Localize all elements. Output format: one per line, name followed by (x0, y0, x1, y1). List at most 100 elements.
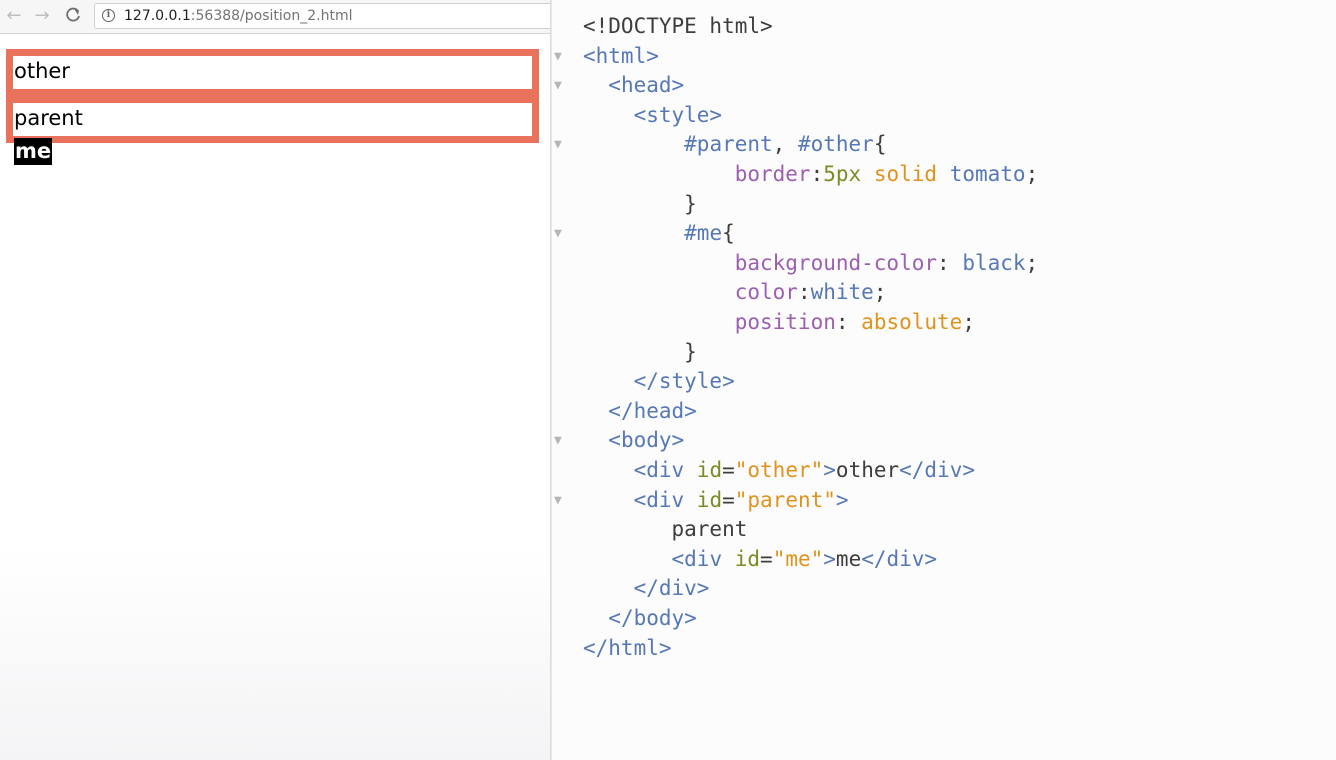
forward-arrow-icon[interactable]: → (32, 6, 52, 26)
code-text: color:white; (583, 278, 887, 308)
reload-icon[interactable] (63, 6, 83, 26)
code-token: } (583, 191, 697, 216)
code-line[interactable]: ▼ #parent, #other{ (552, 130, 1336, 160)
code-text: #me{ (583, 219, 735, 249)
code-text: } (583, 190, 697, 220)
code-token: </div> (861, 546, 938, 571)
code-line[interactable]: } (552, 190, 1336, 220)
code-token: id (696, 487, 723, 512)
code-line[interactable]: position: absolute; (552, 308, 1336, 338)
fold-arrow-icon[interactable]: ▼ (554, 130, 562, 160)
code-line[interactable]: </style> (552, 367, 1336, 397)
code-token: "me" (772, 546, 824, 571)
code-text: border:5px solid tomato; (583, 160, 1039, 190)
code-token: <!DOCTYPE html> (583, 14, 773, 38)
code-token: color (734, 280, 798, 305)
code-token: absolute (861, 310, 963, 334)
code-line[interactable]: <style> (552, 101, 1336, 131)
code-token: #other (797, 132, 874, 157)
info-icon[interactable]: i (102, 9, 115, 22)
code-token: <style> (633, 102, 723, 127)
code-token: "parent" (734, 487, 836, 512)
browser-window: ← → i 127.0.0.1:56388/position_2.html ot… (0, 0, 564, 760)
fold-arrow-icon[interactable]: ▼ (554, 486, 562, 516)
code-token: = (722, 487, 735, 512)
code-line[interactable]: color:white; (552, 278, 1336, 308)
code-token: position (734, 310, 836, 334)
code-token: id (734, 546, 761, 571)
code-token: 5px (823, 162, 862, 186)
code-line[interactable]: ▼ <div id="parent"> (552, 486, 1336, 516)
back-arrow-icon[interactable]: ← (4, 6, 24, 26)
code-line[interactable]: </div> (552, 574, 1336, 604)
code-token: : (937, 250, 963, 275)
code-text: #parent, #other{ (583, 130, 886, 160)
code-token: white (810, 280, 874, 305)
code-token: </div> (899, 458, 975, 482)
reload-glyph (66, 7, 80, 22)
code-text: } (583, 338, 697, 368)
code-token: #parent (684, 132, 773, 157)
other-box: other (6, 49, 539, 96)
code-editor[interactable]: <!DOCTYPE html> ▼ <html> ▼ <head> <style> ▼ … (552, 0, 1336, 760)
code-text: parent (583, 515, 748, 545)
code-line[interactable]: </body> (552, 604, 1336, 634)
code-line[interactable]: border:5px solid tomato; (552, 160, 1336, 190)
code-text: </head> (583, 397, 697, 427)
url-text: 127.0.0.1:56388/position_2.html (124, 8, 352, 24)
code-text: <!DOCTYPE html> (583, 12, 773, 42)
code-line[interactable]: </html> (552, 634, 1336, 664)
code-token: > (835, 487, 849, 512)
me-box: me (14, 138, 53, 165)
code-line[interactable]: ▼ <body> (552, 426, 1336, 456)
code-token: <body> (608, 428, 685, 453)
code-token: <div (633, 458, 697, 482)
code-line[interactable]: </head> (552, 397, 1336, 427)
code-token: } (583, 339, 697, 364)
code-token: : (810, 162, 824, 186)
fold-arrow-icon[interactable]: ▼ (554, 219, 562, 249)
fold-arrow-icon[interactable]: ▼ (554, 42, 562, 72)
code-text: </body> (583, 604, 697, 634)
code-line[interactable]: <div id="other">other</div> (552, 456, 1336, 486)
code-token: = (760, 546, 773, 571)
code-line[interactable]: ▼ <head> (552, 71, 1336, 101)
code-token: me (835, 546, 862, 571)
page-viewport: other parent me (0, 34, 550, 760)
code-token: id (696, 458, 723, 482)
code-token: </head> (608, 398, 697, 423)
code-token: </style> (633, 369, 735, 394)
code-token: ; (1025, 162, 1039, 186)
code-token: <div (633, 487, 697, 512)
code-line[interactable]: <!DOCTYPE html> (552, 12, 1336, 42)
code-line[interactable]: ▼ #me{ (552, 219, 1336, 249)
code-line[interactable]: background-color: black; (552, 249, 1336, 279)
other-text: other (14, 59, 70, 83)
code-line[interactable]: parent (552, 515, 1336, 545)
code-text: </html> (583, 634, 672, 664)
code-token: parent (583, 517, 748, 542)
fold-arrow-icon[interactable]: ▼ (554, 426, 562, 456)
code-text: <div id="parent"> (583, 486, 849, 516)
code-line[interactable]: } (552, 338, 1336, 368)
code-token: other (835, 458, 900, 482)
code-token: background-color (734, 250, 938, 275)
code-line[interactable]: ▼ <html> (552, 42, 1336, 72)
code-token: ; (962, 310, 975, 334)
code-token: </body> (608, 606, 697, 630)
address-bar[interactable]: i 127.0.0.1:56388/position_2.html (94, 3, 564, 29)
code-token: : (835, 310, 862, 334)
fold-arrow-icon[interactable]: ▼ (554, 71, 562, 101)
code-text: <style> (583, 101, 723, 131)
code-line[interactable]: <div id="me">me</div> (552, 545, 1336, 575)
